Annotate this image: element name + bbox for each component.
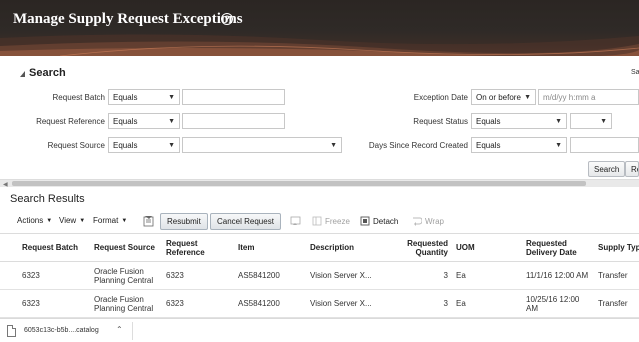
help-icon[interactable]: ? xyxy=(221,13,233,25)
chevron-down-icon: ▼ xyxy=(168,142,175,149)
days-since-record-created-label: Days Since Record Created xyxy=(368,141,468,150)
search-button[interactable]: Search xyxy=(588,161,626,177)
wrap-button[interactable]: Wrap xyxy=(412,216,444,226)
request-batch-label: Request Batch xyxy=(52,93,105,102)
column-header[interactable]: Description xyxy=(306,233,378,262)
column-header[interactable]: Requested Quantity xyxy=(378,233,452,262)
detach-button[interactable]: Detach xyxy=(360,216,398,226)
horizontal-scrollbar[interactable]: ◀ xyxy=(0,179,639,188)
request-status-label: Request Status xyxy=(413,117,468,126)
column-header[interactable]: UOM xyxy=(452,233,522,262)
exception-date-label: Exception Date xyxy=(413,93,468,102)
toolbar-icon[interactable] xyxy=(290,216,301,227)
file-icon[interactable] xyxy=(7,325,16,337)
table-row[interactable]: 6323 Oracle Fusion Planning Central 6323… xyxy=(0,261,639,290)
request-source-label: Request Source xyxy=(47,141,105,150)
chevron-down-icon: ▼ xyxy=(555,142,562,149)
request-batch-operator[interactable]: Equals ▼ xyxy=(108,89,180,105)
table-row[interactable]: 6323 Oracle Fusion Planning Central 6323… xyxy=(0,289,639,318)
page-header: Manage Supply Request Exceptions ? xyxy=(0,0,639,56)
saved-search-label[interactable]: Sa xyxy=(631,69,639,76)
cell-request-batch: 6323 xyxy=(0,289,90,318)
download-bar: 6053c13c-b5b....catalog ⌃ xyxy=(0,318,639,342)
cell-request-reference: 6323 xyxy=(162,261,234,290)
chevron-down-icon: ▼ xyxy=(121,217,128,224)
cell-request-batch: 6323 xyxy=(0,261,90,290)
detach-icon xyxy=(360,216,370,226)
results-toolbar: Actions ▼ View ▼ Format ▼ Resubmit Cancel R… xyxy=(0,212,639,232)
chevron-down-icon: ▼ xyxy=(168,118,175,125)
cell-requested-quantity: 3 xyxy=(378,289,452,318)
column-header[interactable]: Requested Delivery Date xyxy=(522,233,594,262)
header-decoration xyxy=(0,34,639,56)
search-results-title: Search Results xyxy=(10,193,85,205)
cell-uom: Ea xyxy=(452,261,522,290)
exception-date-operator[interactable]: On or before ▼ xyxy=(471,89,536,105)
table-header-row: Request Batch Request Source Request Ref… xyxy=(0,233,639,262)
view-menu[interactable]: View ▼ xyxy=(59,216,85,225)
cell-supply-type: Transfer xyxy=(594,261,639,290)
search-section-title: Search xyxy=(29,67,66,79)
search-section-header[interactable]: Search xyxy=(20,67,66,79)
request-reference-operator[interactable]: Equals ▼ xyxy=(108,113,180,129)
actions-menu[interactable]: Actions ▼ xyxy=(17,216,52,225)
column-header[interactable]: Request Batch xyxy=(0,233,90,262)
request-source-select[interactable]: ▼ xyxy=(182,137,342,153)
days-since-record-created-operator[interactable]: Equals ▼ xyxy=(471,137,567,153)
cell-delivery-date: 11/1/16 12:00 AM xyxy=(522,261,594,290)
chevron-down-icon: ▼ xyxy=(46,217,53,224)
cell-description: Vision Server X... xyxy=(306,261,378,290)
resubmit-button[interactable]: Resubmit xyxy=(160,213,208,230)
chevron-down-icon: ▼ xyxy=(79,217,86,224)
cell-item: AS5841200 xyxy=(234,289,306,318)
wrap-icon xyxy=(413,217,422,226)
chevron-down-icon: ▼ xyxy=(524,94,531,101)
cell-request-reference: 6323 xyxy=(162,289,234,318)
chevron-down-icon: ▼ xyxy=(555,118,562,125)
column-header[interactable]: Supply Typ xyxy=(594,233,639,262)
request-status-operator[interactable]: Equals ▼ xyxy=(471,113,567,129)
divider xyxy=(132,322,133,340)
format-menu[interactable]: Format ▼ xyxy=(93,216,127,225)
cell-requested-quantity: 3 xyxy=(378,261,452,290)
cell-supply-type: Transfer xyxy=(594,289,639,318)
column-header[interactable]: Item xyxy=(234,233,306,262)
cell-request-source: Oracle Fusion Planning Central xyxy=(90,289,162,318)
query-by-example-icon[interactable] xyxy=(143,216,154,227)
page-title: Manage Supply Request Exceptions xyxy=(13,11,243,27)
chevron-down-icon: ▼ xyxy=(330,142,337,149)
chevron-up-icon[interactable]: ⌃ xyxy=(116,325,123,334)
request-status-select[interactable]: ▼ xyxy=(570,113,612,129)
days-since-record-created-input[interactable] xyxy=(570,137,639,153)
request-batch-input[interactable] xyxy=(182,89,285,105)
request-reference-input[interactable] xyxy=(182,113,285,129)
reset-button[interactable]: Re xyxy=(625,161,639,177)
scrollbar-thumb[interactable] xyxy=(12,181,586,186)
freeze-button[interactable]: Freeze xyxy=(312,216,350,226)
column-header[interactable]: Request Source xyxy=(90,233,162,262)
download-filename[interactable]: 6053c13c-b5b....catalog xyxy=(24,327,99,334)
collapse-triangle-icon[interactable] xyxy=(20,70,25,77)
column-header[interactable]: Request Reference xyxy=(162,233,234,262)
results-table: Request Batch Request Source Request Ref… xyxy=(0,233,639,318)
request-source-operator[interactable]: Equals ▼ xyxy=(108,137,180,153)
cancel-request-button[interactable]: Cancel Request xyxy=(210,213,281,230)
chevron-down-icon: ▼ xyxy=(168,94,175,101)
exception-date-input[interactable]: m/d/yy h:mm a xyxy=(538,89,639,105)
cell-description: Vision Server X... xyxy=(306,289,378,318)
cell-uom: Ea xyxy=(452,289,522,318)
cell-request-source: Oracle Fusion Planning Central xyxy=(90,261,162,290)
request-reference-label: Request Reference xyxy=(36,117,105,126)
chevron-down-icon: ▼ xyxy=(600,118,607,125)
freeze-icon xyxy=(312,216,322,226)
cell-item: AS5841200 xyxy=(234,261,306,290)
scroll-left-icon[interactable]: ◀ xyxy=(3,181,8,188)
cell-delivery-date: 10/25/16 12:00 AM xyxy=(522,289,594,318)
